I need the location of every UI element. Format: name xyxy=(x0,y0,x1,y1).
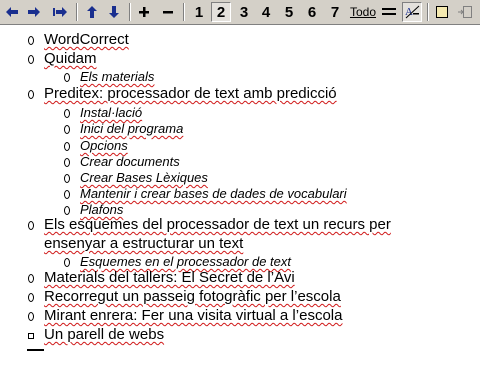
outline-bullet xyxy=(64,206,70,215)
document-icon[interactable] xyxy=(433,2,451,22)
outline-item-text: Quidam xyxy=(44,50,97,67)
toolbar-separator xyxy=(129,3,131,21)
arrow-right-double-icon[interactable] xyxy=(50,2,70,22)
outline-item-text: Opcions xyxy=(80,138,128,153)
level-7-button[interactable]: 7 xyxy=(325,2,345,22)
outline-bullet xyxy=(64,158,70,167)
level-1-button[interactable]: 1 xyxy=(189,2,209,22)
show-all-label: Todo xyxy=(349,5,377,19)
outline-bullet xyxy=(28,293,34,302)
outline-bullet xyxy=(64,142,70,151)
outline-item-text: ensenyar a estructurar un text xyxy=(44,235,244,252)
lines-icon[interactable] xyxy=(380,2,398,22)
outline-bullet xyxy=(64,258,70,267)
arrow-left-icon[interactable] xyxy=(4,2,20,22)
outline-item-text: Els materials xyxy=(80,69,155,84)
arrow-up-icon[interactable] xyxy=(84,2,100,22)
outline-bullet xyxy=(28,36,34,45)
outline-bullet xyxy=(28,333,34,339)
outline-item-text: Crear documents xyxy=(80,154,180,169)
outline-bullet xyxy=(28,312,34,321)
level-4-button[interactable]: 4 xyxy=(256,2,276,22)
outline-item-text: Un parell de webs xyxy=(44,326,165,343)
outline-item-text: Els esquemes del processador de text un … xyxy=(44,216,391,233)
outline-bullet xyxy=(64,73,70,82)
text-format-icon[interactable]: A xyxy=(402,2,422,22)
toolbar-separator xyxy=(427,3,429,21)
outline-item-text: Esquemes en el processador de text xyxy=(80,254,292,269)
outline-bullet xyxy=(64,174,70,183)
outline-item-text: WordCorrect xyxy=(44,31,129,48)
toolbar-separator xyxy=(76,3,78,21)
show-all-button[interactable]: Todo xyxy=(349,2,377,22)
outline-item-text: Mirant enrera: Fer una visita virtual a … xyxy=(44,307,343,324)
outline-item-text: Mantenir i crear bases de dades de vocab… xyxy=(80,186,347,201)
arrow-right-icon[interactable] xyxy=(26,2,42,22)
toolbar-separator xyxy=(183,3,185,21)
level-2-button[interactable]: 2 xyxy=(211,2,231,22)
outline-item-text: Instal·lació xyxy=(80,105,143,120)
outline-bullet xyxy=(28,274,34,283)
outline-bullet xyxy=(64,190,70,199)
outline-item-text: Preditex: processador de text amb predic… xyxy=(44,85,337,102)
outline-toolbar: 1 2 3 4 5 6 7 Todo A xyxy=(0,0,480,25)
outline-item-text: Materials del tallers: El Secret de l’Av… xyxy=(44,269,295,286)
level-3-button[interactable]: 3 xyxy=(234,2,254,22)
outline-bullet xyxy=(64,125,70,134)
text-cursor xyxy=(27,349,44,351)
outline-item-text: Recorregut un passeig fotogràfic per l’e… xyxy=(44,288,341,305)
dock-icon[interactable] xyxy=(455,2,475,22)
arrow-down-icon[interactable] xyxy=(106,2,122,22)
outline-bullet xyxy=(64,109,70,118)
level-6-button[interactable]: 6 xyxy=(302,2,322,22)
outline-bullet xyxy=(28,221,34,230)
minus-icon[interactable] xyxy=(160,2,176,22)
level-5-button[interactable]: 5 xyxy=(279,2,299,22)
outline-item-text: Plafons xyxy=(80,202,124,217)
outline-bullet xyxy=(28,55,34,64)
outline-item-text: Crear Bases Lèxiques xyxy=(80,170,208,185)
outline-item-text: Inici del programa xyxy=(80,121,184,136)
outline-bullet xyxy=(28,90,34,99)
plus-icon[interactable] xyxy=(136,2,152,22)
